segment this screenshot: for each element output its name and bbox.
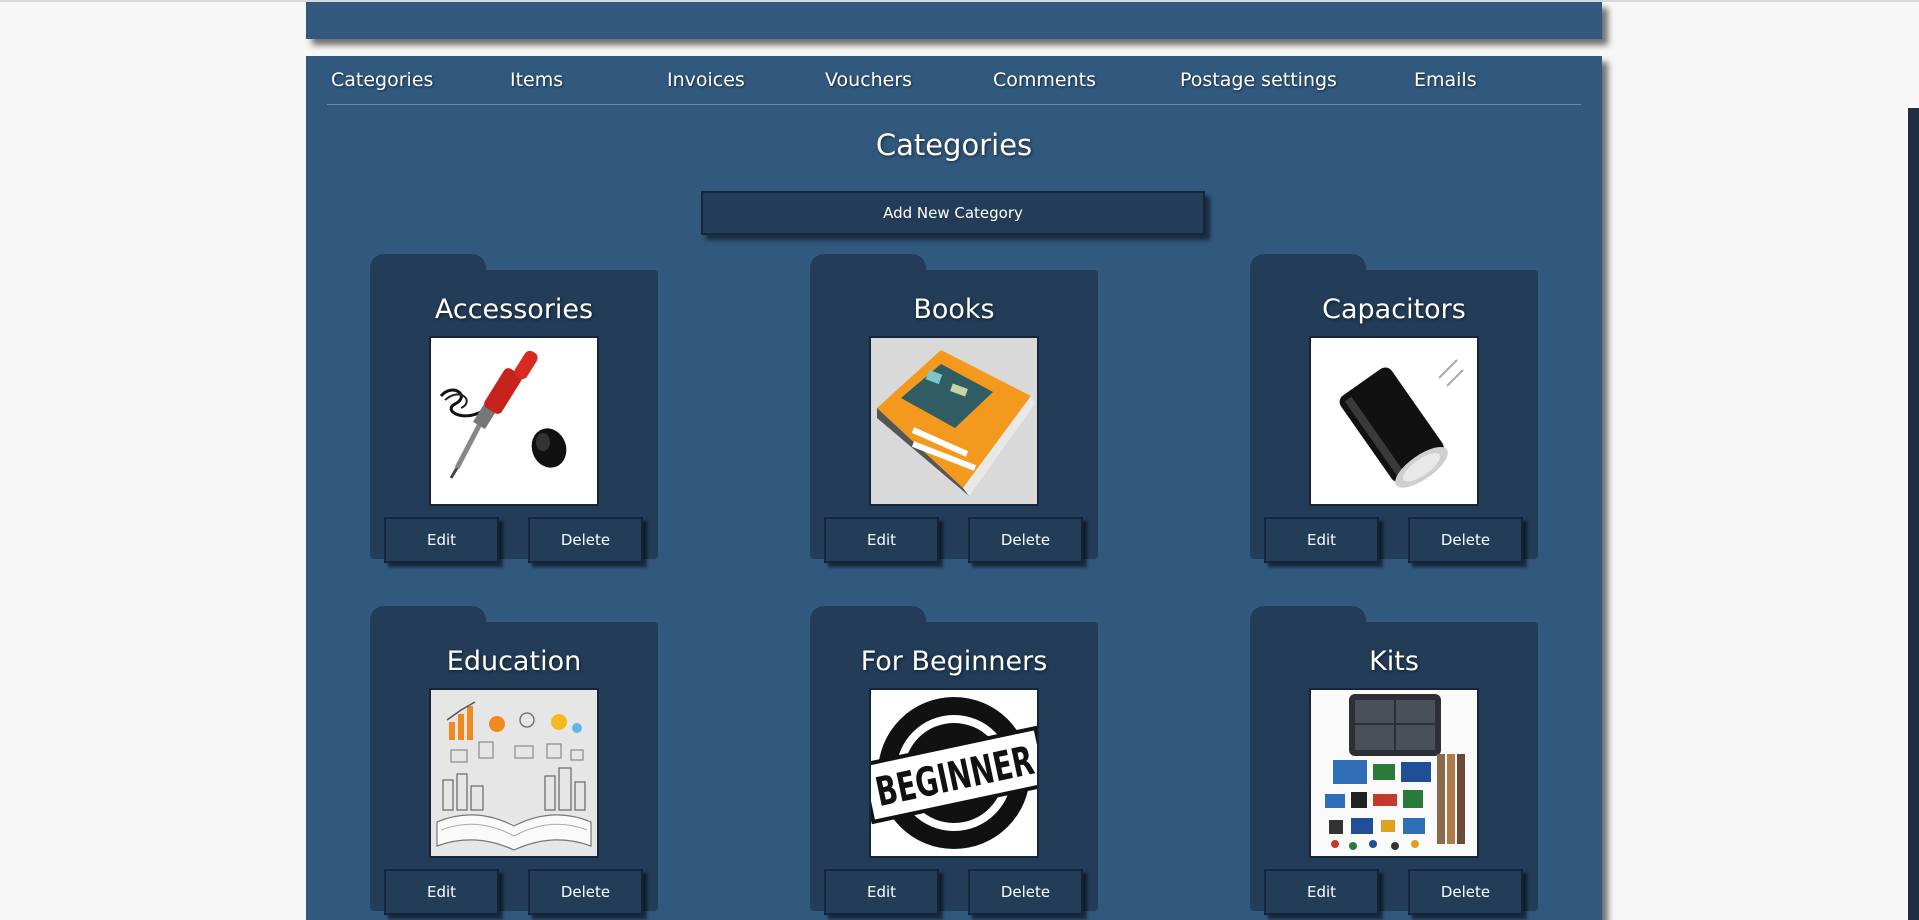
nav-emails[interactable]: Emails <box>1414 69 1477 91</box>
category-name: Accessories <box>434 294 594 325</box>
edit-button[interactable]: Edit <box>384 517 499 563</box>
edit-button[interactable]: Edit <box>384 869 499 915</box>
category-image <box>429 688 599 858</box>
category-image <box>1309 688 1479 858</box>
delete-button[interactable]: Delete <box>528 869 643 915</box>
capacitor-icon <box>1339 359 1464 488</box>
admin-nav: Categories Items Invoices Vouchers Comme… <box>327 56 1581 105</box>
nav-vouchers[interactable]: Vouchers <box>825 69 912 91</box>
card-body: For Beginners BEGINNER Edit Delete <box>810 622 1098 915</box>
edit-button[interactable]: Edit <box>824 517 939 563</box>
category-name: Kits <box>1369 646 1419 677</box>
header-panel <box>306 2 1602 39</box>
category-name: Books <box>913 294 995 325</box>
category-image <box>1309 336 1479 506</box>
category-name: Capacitors <box>1322 294 1466 325</box>
soldering-iron-icon <box>439 350 567 479</box>
admin-panel: Categories Items Invoices Vouchers Comme… <box>306 56 1602 920</box>
category-image <box>429 336 599 506</box>
open-book-ideas-icon <box>431 690 597 856</box>
edit-button[interactable]: Edit <box>1264 869 1379 915</box>
category-card: Capacitors Edit Delete <box>1250 254 1538 563</box>
scrollbar[interactable] <box>1908 108 1919 920</box>
book-icon <box>871 338 1037 504</box>
beginner-stamp-image: BEGINNER <box>871 697 1037 849</box>
add-category-button[interactable]: Add New Category <box>701 191 1205 235</box>
category-name: Education <box>446 646 582 677</box>
category-image: BEGINNER <box>869 688 1039 858</box>
card-body: Books Edit Delete <box>810 270 1098 563</box>
edit-button[interactable]: Edit <box>1264 517 1379 563</box>
electronics-kit-icon <box>1311 690 1477 856</box>
delete-button[interactable]: Delete <box>968 517 1083 563</box>
card-body: Accessories Edit Delete <box>370 270 658 563</box>
edit-button[interactable]: Edit <box>824 869 939 915</box>
nav-items[interactable]: Items <box>510 69 563 91</box>
delete-button[interactable]: Delete <box>528 517 643 563</box>
category-card: Accessories Edit Delete <box>370 254 658 563</box>
nav-postage-settings[interactable]: Postage settings <box>1180 69 1337 91</box>
nav-categories[interactable]: Categories <box>331 69 433 91</box>
category-card: Kits Edit Delete <box>1250 606 1538 915</box>
delete-button[interactable]: Delete <box>1408 869 1523 915</box>
category-card: Books Edit Delete <box>810 254 1098 563</box>
card-body: Kits Edit Delete <box>1250 622 1538 915</box>
nav-comments[interactable]: Comments <box>993 69 1096 91</box>
category-card: Education Edit Delete <box>370 606 658 915</box>
category-image <box>869 336 1039 506</box>
delete-button[interactable]: Delete <box>968 869 1083 915</box>
page-title: Categories <box>875 128 1033 162</box>
card-body: Education Edit Delete <box>370 622 658 915</box>
category-card: For Beginners BEGINNER Edit Delete <box>810 606 1098 915</box>
delete-button[interactable]: Delete <box>1408 517 1523 563</box>
category-name: For Beginners <box>860 646 1048 677</box>
card-body: Capacitors Edit Delete <box>1250 270 1538 563</box>
nav-invoices[interactable]: Invoices <box>667 69 745 91</box>
